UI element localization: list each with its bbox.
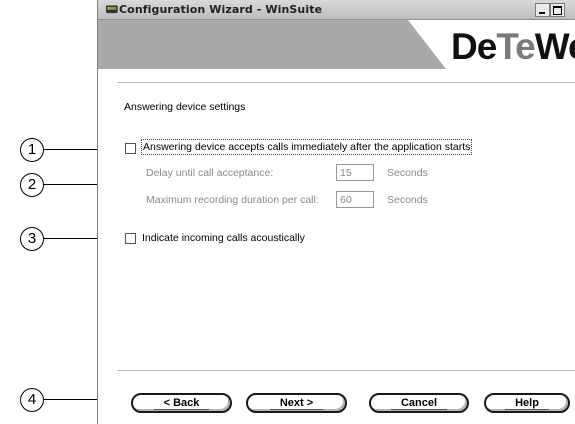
brand-banner: DeTeWe xyxy=(98,20,575,69)
cancel-button-label: Cancel xyxy=(390,397,448,410)
callout-4-leader xyxy=(43,399,98,400)
max-duration-input[interactable]: 60 xyxy=(336,191,374,208)
header-divider xyxy=(117,82,575,83)
window-title: Configuration Wizard - WinSuite xyxy=(119,3,323,16)
delay-label: Delay until call acceptance: xyxy=(146,167,274,179)
delay-unit: Seconds xyxy=(387,167,428,179)
next-button-label: Next > xyxy=(269,397,324,410)
acoustic-label[interactable]: Indicate incoming calls acoustically xyxy=(142,232,305,244)
section-title: Answering device settings xyxy=(124,101,246,113)
accept-calls-label[interactable]: Answering device accepts calls immediate… xyxy=(140,139,473,155)
callout-3: 3 xyxy=(20,227,44,251)
callout-4: 4 xyxy=(20,388,44,412)
callout-1: 1 xyxy=(20,138,44,162)
callout-2-leader xyxy=(43,184,98,185)
next-button[interactable]: Next > xyxy=(246,393,347,413)
back-button-label: < Back xyxy=(153,397,210,410)
minimize-button[interactable] xyxy=(535,3,550,17)
acoustic-checkbox[interactable] xyxy=(125,233,136,244)
max-duration-label: Maximum recording duration per call: xyxy=(146,194,319,206)
app-icon: 📟 xyxy=(105,4,119,16)
cancel-button[interactable]: Cancel xyxy=(369,393,469,413)
minimize-icon xyxy=(539,12,545,14)
maximize-icon xyxy=(553,6,562,15)
delay-input[interactable]: 15 xyxy=(336,164,374,181)
callout-2: 2 xyxy=(20,173,44,197)
back-button[interactable]: < Back xyxy=(131,393,232,413)
maximize-button[interactable] xyxy=(550,3,565,17)
title-bar[interactable]: 📟 Configuration Wizard - WinSuite xyxy=(98,0,575,20)
brand-logo: DeTeWe xyxy=(451,26,575,67)
max-duration-unit: Seconds xyxy=(387,194,428,206)
configuration-wizard-window: 📟 Configuration Wizard - WinSuite DeTeWe… xyxy=(97,0,575,424)
footer-divider xyxy=(117,370,575,371)
accept-calls-checkbox[interactable] xyxy=(125,143,136,154)
help-button-label: Help xyxy=(505,397,549,410)
help-button[interactable]: Help xyxy=(484,393,570,413)
